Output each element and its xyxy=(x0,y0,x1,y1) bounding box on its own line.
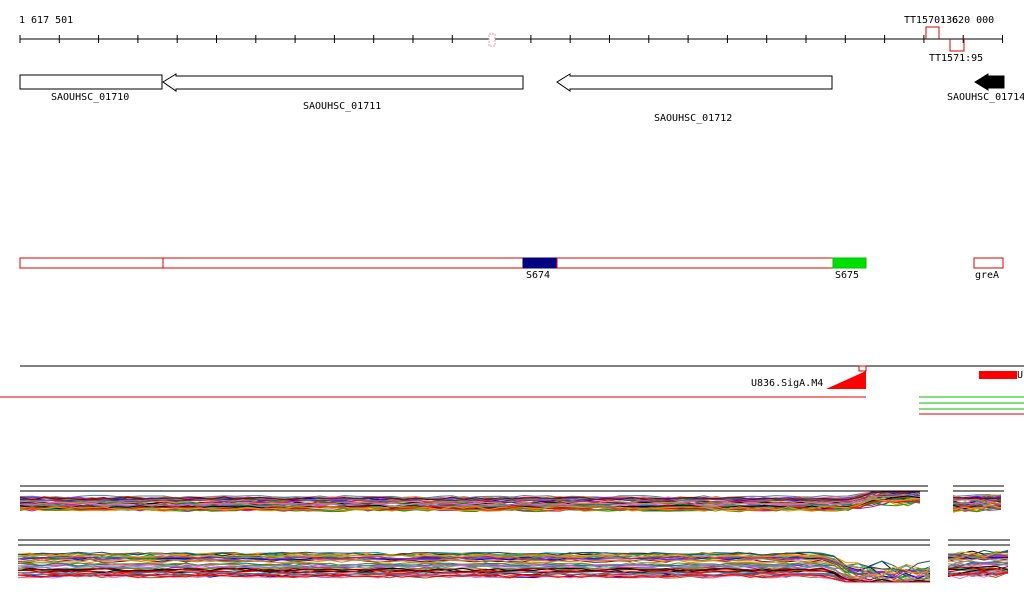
expression-profile-panel-2[interactable] xyxy=(17,539,1010,583)
binding-site-track[interactable] xyxy=(0,365,1024,415)
binding-site-box-right[interactable] xyxy=(979,371,1017,379)
gene-saouhsc-01711-arrow[interactable] xyxy=(162,73,524,92)
expression-profile-panel-1[interactable] xyxy=(19,485,1004,513)
segment-box[interactable] xyxy=(556,257,834,269)
binding-site-signal[interactable] xyxy=(826,371,866,389)
center-marker xyxy=(488,33,496,47)
segment-grea-box[interactable] xyxy=(973,257,1004,269)
position-ruler xyxy=(19,33,1003,47)
gene-saouhsc-01710-arrow[interactable] xyxy=(19,74,163,90)
gene-saouhsc-01712-label[interactable]: SAOUHSC_01712 xyxy=(654,113,732,124)
segment-track[interactable] xyxy=(19,257,1004,269)
green-signal-lines xyxy=(919,396,1024,415)
segment-box[interactable] xyxy=(162,257,524,269)
binding-site-box[interactable] xyxy=(858,365,867,372)
segment-s674-label[interactable]: S674 xyxy=(526,270,550,281)
segment-box[interactable] xyxy=(19,257,164,269)
segment-s674-box[interactable] xyxy=(522,257,558,269)
segment-s675-box[interactable] xyxy=(832,257,867,269)
gene-saouhsc-01711-label[interactable]: SAOUHSC_01711 xyxy=(303,101,381,112)
gene-track[interactable] xyxy=(19,73,1005,92)
segment-grea-label[interactable]: greA xyxy=(975,270,999,281)
binding-site-u836-label[interactable]: U836.SigA.M4 xyxy=(751,378,823,389)
gene-saouhsc-01710-label[interactable]: SAOUHSC_01710 xyxy=(51,92,129,103)
gene-saouhsc-01714-label[interactable]: SAOUHSC_01714 xyxy=(947,92,1024,103)
ruler-start-label: 1 617 501 xyxy=(19,15,74,26)
binding-site-right-label[interactable]: U xyxy=(1017,370,1023,381)
terminator-tt1570-marker[interactable] xyxy=(925,26,940,39)
gene-saouhsc-01712-arrow[interactable] xyxy=(556,73,833,92)
terminator-tt1570-label[interactable]: TT1570:36 xyxy=(904,15,958,26)
gene-saouhsc-01714-arrow[interactable] xyxy=(974,73,1005,91)
terminator-tt1571-marker[interactable] xyxy=(949,39,965,52)
segment-s675-label[interactable]: S675 xyxy=(835,270,859,281)
terminator-tt1571-label[interactable]: TT1571:95 xyxy=(929,53,983,64)
genome-browser-canvas[interactable] xyxy=(0,0,1024,611)
